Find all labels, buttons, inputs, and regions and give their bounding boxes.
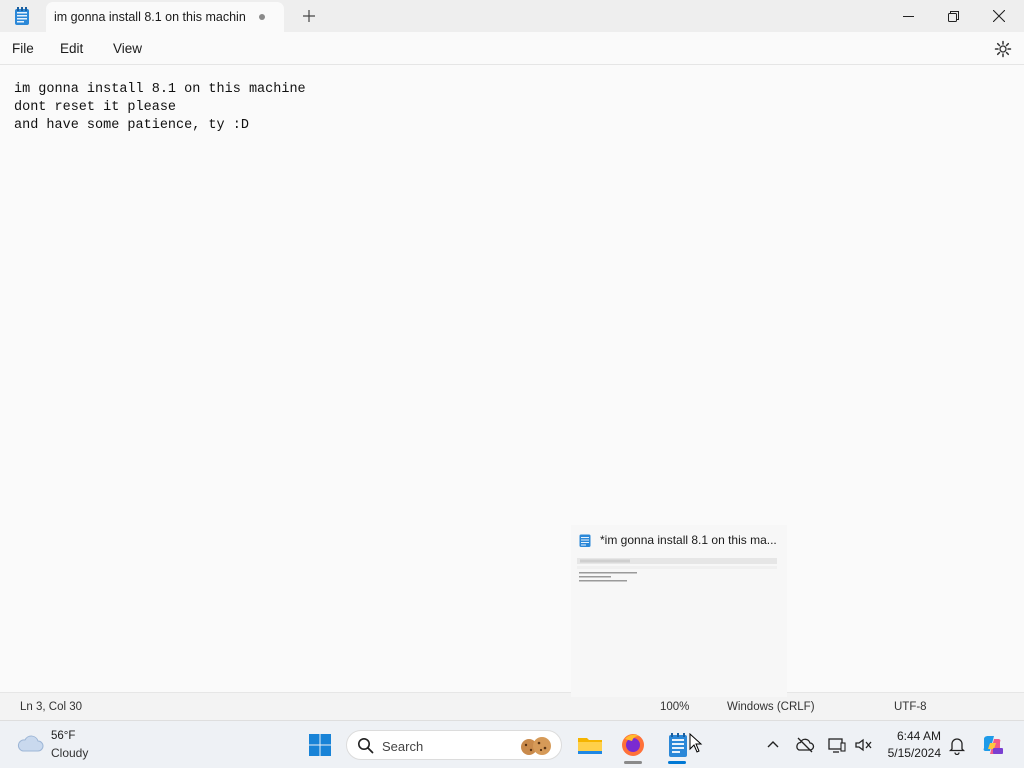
tab-document[interactable]: im gonna install 8.1 on this machin	[46, 2, 284, 32]
notepad-icon	[15, 7, 29, 25]
taskbar-search[interactable]: Search	[346, 730, 562, 760]
close-button[interactable]	[976, 0, 1022, 32]
minimize-icon	[902, 15, 914, 17]
preview-thumbnail	[577, 558, 777, 582]
close-icon	[993, 10, 1005, 22]
mouse-cursor-icon	[689, 733, 703, 753]
menu-file[interactable]: File	[12, 41, 34, 56]
search-icon	[358, 738, 374, 754]
editor-line: dont reset it please	[14, 100, 177, 115]
onedrive-offline-icon[interactable]	[795, 735, 815, 755]
restore-button[interactable]	[930, 0, 976, 32]
new-tab-button[interactable]	[300, 6, 318, 26]
cookie-highlight-icon	[521, 737, 551, 755]
notepad-active-indicator	[668, 761, 686, 764]
taskbar-preview[interactable]: *im gonna install 8.1 on this ma...	[571, 525, 787, 697]
encoding[interactable]: UTF-8	[894, 701, 927, 713]
firefox-running-indicator	[624, 761, 642, 764]
windows-start-icon[interactable]	[309, 734, 331, 756]
plus-icon	[303, 10, 315, 22]
tab-title: im gonna install 8.1 on this machin	[54, 10, 246, 24]
menu-view[interactable]: View	[113, 41, 142, 56]
display-icon[interactable]	[827, 735, 847, 755]
firefox-icon[interactable]	[619, 731, 647, 759]
clock-time: 6:44 AM	[896, 729, 941, 743]
editor-line: im gonna install 8.1 on this machine	[14, 82, 306, 97]
line-endings[interactable]: Windows (CRLF)	[727, 701, 815, 713]
cursor-position: Ln 3, Col 30	[20, 701, 83, 713]
menu-edit[interactable]: Edit	[60, 41, 83, 56]
notepad-icon[interactable]	[664, 731, 692, 759]
clock-date: 5/15/2024	[887, 746, 941, 760]
weather-condition: Cloudy	[51, 746, 89, 760]
zoom-level[interactable]: 100%	[660, 701, 689, 713]
notepad-icon	[579, 534, 591, 547]
minimize-button[interactable]	[885, 0, 931, 32]
cloud-icon	[17, 735, 44, 752]
copilot-icon[interactable]	[980, 733, 1004, 757]
file-explorer-icon[interactable]	[576, 731, 604, 759]
search-label: Search	[382, 739, 424, 754]
restore-icon	[947, 10, 959, 22]
preview-title: *im gonna install 8.1 on this ma...	[600, 533, 777, 547]
title-bar: im gonna install 8.1 on this machin	[0, 0, 1024, 32]
sound-icon[interactable]	[853, 735, 873, 755]
status-bar: Ln 3, Col 30 100% Windows (CRLF) UTF-8	[0, 692, 1024, 720]
editor-line: and have some patience, ty :D	[14, 118, 249, 133]
taskbar: 56°F Cloudy Search 6:44 AM 5/15/2024	[0, 720, 1024, 768]
menu-bar: File Edit View	[0, 32, 1024, 65]
chevron-up-icon[interactable]	[763, 735, 783, 755]
text-editor[interactable]: im gonna install 8.1 on this machine don…	[0, 65, 1024, 692]
weather-temperature: 56°F	[51, 730, 76, 742]
unsaved-dot-icon[interactable]	[259, 14, 265, 20]
gear-icon[interactable]	[994, 40, 1012, 58]
bell-icon[interactable]	[947, 735, 967, 755]
